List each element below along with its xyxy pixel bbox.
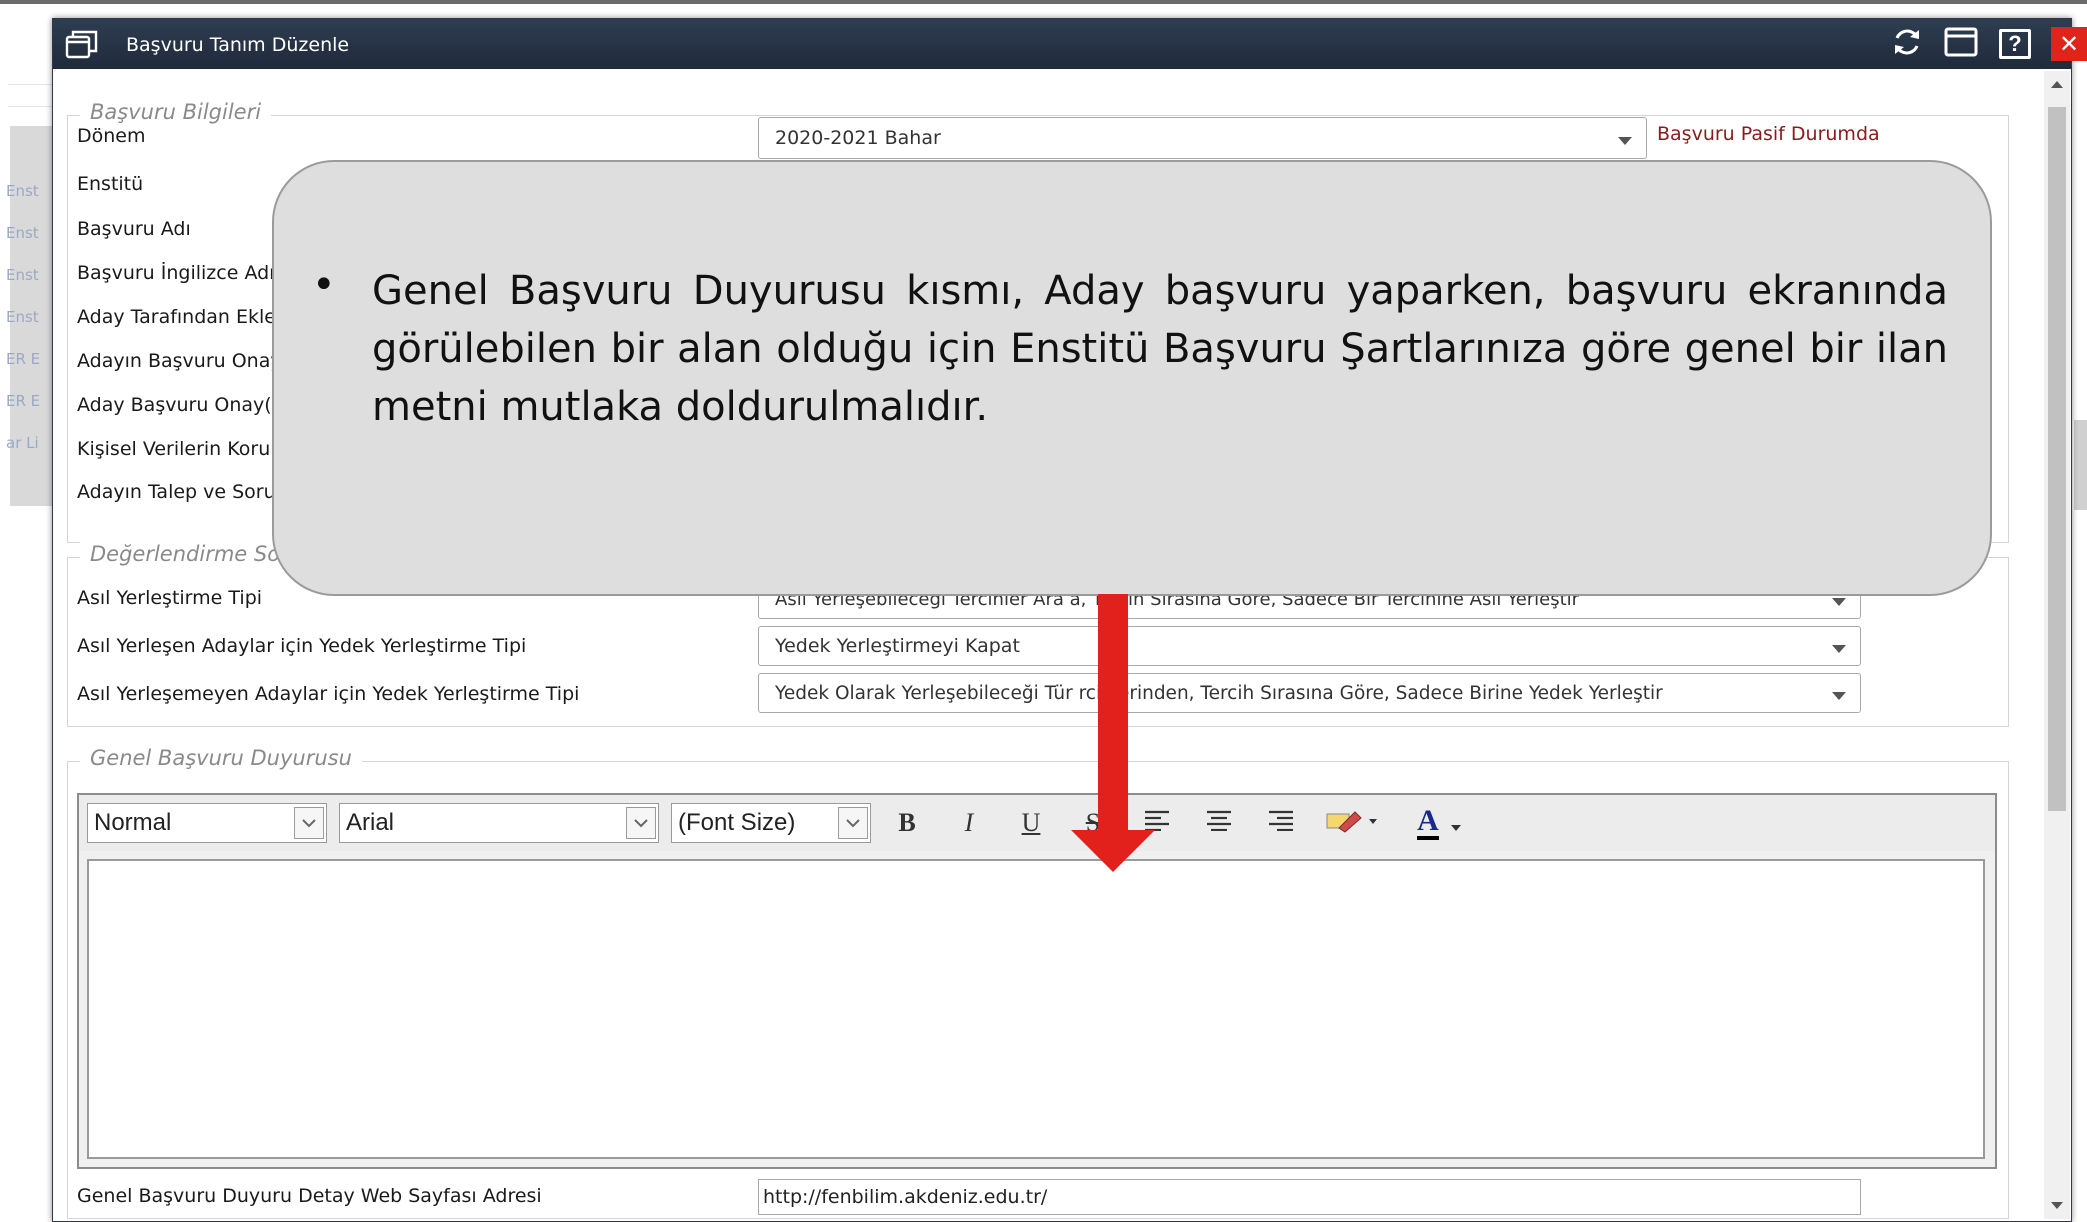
background-top-line: [0, 0, 2087, 4]
background-divider: [8, 106, 52, 107]
annotation-arrow-shaft: [1098, 594, 1128, 834]
italic-button[interactable]: I: [949, 803, 989, 843]
align-right-icon: [1268, 808, 1294, 838]
background-list-item: Enst: [6, 266, 39, 284]
section-legend: Değerlendirme Sor: [80, 542, 299, 566]
chevron-down-icon: [838, 807, 868, 839]
chevron-down-icon: [626, 807, 656, 839]
refresh-icon: [1890, 25, 1924, 63]
aday-basvuru-onay-2-label: Aday Başvuru Onay(: [77, 394, 272, 416]
screen: Enst Enst Enst Enst ER E ER E ar Li Başv…: [0, 0, 2087, 1222]
section-legend: Genel Başvuru Duyurusu: [80, 746, 362, 770]
maximize-icon: [1944, 26, 1978, 62]
background-list-item: Enst: [6, 308, 39, 326]
background-list-item: Enst: [6, 182, 39, 200]
donem-value: 2020-2021 Bahar: [775, 127, 941, 149]
asil-yerlesen-yedek-value: Yedek Yerleştirmeyi Kapat: [775, 635, 1020, 657]
basvuru-adi-label: Başvuru Adı: [77, 218, 191, 240]
background-list-item: ar Li: [6, 434, 39, 452]
help-button[interactable]: ?: [1997, 27, 2033, 61]
asil-yerlesemeyen-yedek-label: Asıl Yerleşemeyen Adaylar için Yedek Yer…: [77, 683, 580, 705]
dialog-title: Başvuru Tanım Düzenle: [126, 34, 350, 56]
window-restore-icon: [65, 29, 99, 59]
underline-button[interactable]: U: [1011, 803, 1051, 843]
font-size-select[interactable]: (Font Size): [671, 803, 871, 843]
scroll-thumb[interactable]: [2048, 107, 2066, 811]
aday-tarafindan-label: Aday Tarafından Ekle: [77, 306, 276, 328]
font-color-icon: A: [1417, 806, 1439, 840]
kisisel-veriler-label: Kişisel Verilerin Korun: [77, 438, 283, 460]
bold-icon: B: [898, 808, 916, 837]
close-icon: ✕: [2058, 30, 2080, 58]
format-value: Normal: [94, 809, 172, 836]
donem-label: Dönem: [77, 125, 146, 147]
chevron-down-icon: [1832, 692, 1846, 700]
asil-yerlestirme-tipi-label: Asıl Yerleştirme Tipi: [77, 587, 263, 609]
callout-text: Genel Başvuru Duyurusu kısmı, Aday başvu…: [372, 268, 1948, 430]
asil-yerlesen-yedek-select[interactable]: Yedek Yerleştirmeyi Kapat: [758, 626, 1861, 666]
align-center-icon: [1206, 808, 1232, 838]
aday-talep-label: Adayın Talep ve Soru: [77, 481, 276, 503]
rich-text-editor: Normal Arial (Font Size) B I U S A: [77, 793, 1997, 1169]
font-family-value: Arial: [346, 809, 395, 836]
status-text: Başvuru Pasif Durumda: [1657, 123, 1880, 145]
section-legend: Başvuru Bilgileri: [80, 100, 272, 124]
align-center-button[interactable]: [1199, 803, 1239, 843]
background-right-strip: [2074, 420, 2087, 510]
editor-content-area[interactable]: [87, 859, 1985, 1159]
callout-bullet: •: [312, 262, 336, 308]
asil-yerlesemeyen-yedek-select[interactable]: Yedek Olarak Yerleşebileceği Tür rcihler…: [758, 673, 1861, 713]
underline-icon: U: [1021, 808, 1041, 837]
background-list-item: Enst: [6, 224, 39, 242]
enstitu-label: Enstitü: [77, 173, 144, 195]
scroll-down-icon[interactable]: [2051, 1202, 2063, 1209]
refresh-button[interactable]: [1889, 27, 1925, 61]
editor-toolbar: Normal Arial (Font Size) B I U S A: [79, 795, 1995, 851]
aday-basvuru-onay-label: Adayın Başvuru Onay: [77, 350, 282, 372]
format-select[interactable]: Normal: [87, 803, 327, 843]
vertical-scrollbar[interactable]: [2044, 71, 2070, 1219]
chevron-down-icon: [1832, 598, 1846, 606]
bold-button[interactable]: B: [887, 803, 927, 843]
chevron-down-icon: [1618, 137, 1632, 145]
donem-select[interactable]: 2020-2021 Bahar: [758, 117, 1647, 159]
asil-yerlesemeyen-yedek-value: Yedek Olarak Yerleşebileceği Tür rcihler…: [775, 682, 1663, 704]
web-sayfasi-label: Genel Başvuru Duyuru Detay Web Sayfası A…: [77, 1185, 542, 1207]
dialog-titlebar[interactable]: Başvuru Tanım Düzenle ? ✕: [53, 19, 2087, 69]
align-right-button[interactable]: [1261, 803, 1301, 843]
font-color-button[interactable]: A: [1407, 803, 1471, 843]
asil-yerlesen-yedek-label: Asıl Yerleşen Adaylar için Yedek Yerleşt…: [77, 635, 527, 657]
highlighter-icon: [1325, 806, 1381, 841]
basvuru-ingilizce-adi-label: Başvuru İngilizce Adı: [77, 262, 275, 284]
maximize-button[interactable]: [1943, 27, 1979, 61]
chevron-down-icon: [294, 807, 324, 839]
background-list-item: ER E: [6, 392, 41, 410]
web-sayfasi-value: http://fenbilim.akdeniz.edu.tr/: [763, 1186, 1048, 1208]
background-list-item: ER E: [6, 350, 41, 368]
close-button[interactable]: ✕: [2051, 27, 2087, 61]
highlight-color-button[interactable]: [1323, 803, 1383, 843]
font-family-select[interactable]: Arial: [339, 803, 659, 843]
scroll-up-icon[interactable]: [2051, 81, 2063, 88]
help-icon: ?: [2008, 31, 2022, 56]
web-sayfasi-input[interactable]: http://fenbilim.akdeniz.edu.tr/: [758, 1179, 1861, 1215]
annotation-arrow-head: [1071, 830, 1155, 872]
italic-icon: I: [964, 808, 974, 837]
background-divider: [8, 84, 52, 85]
font-size-value: (Font Size): [678, 809, 796, 836]
chevron-down-icon: [1832, 645, 1846, 653]
chevron-down-icon: [1450, 808, 1461, 838]
